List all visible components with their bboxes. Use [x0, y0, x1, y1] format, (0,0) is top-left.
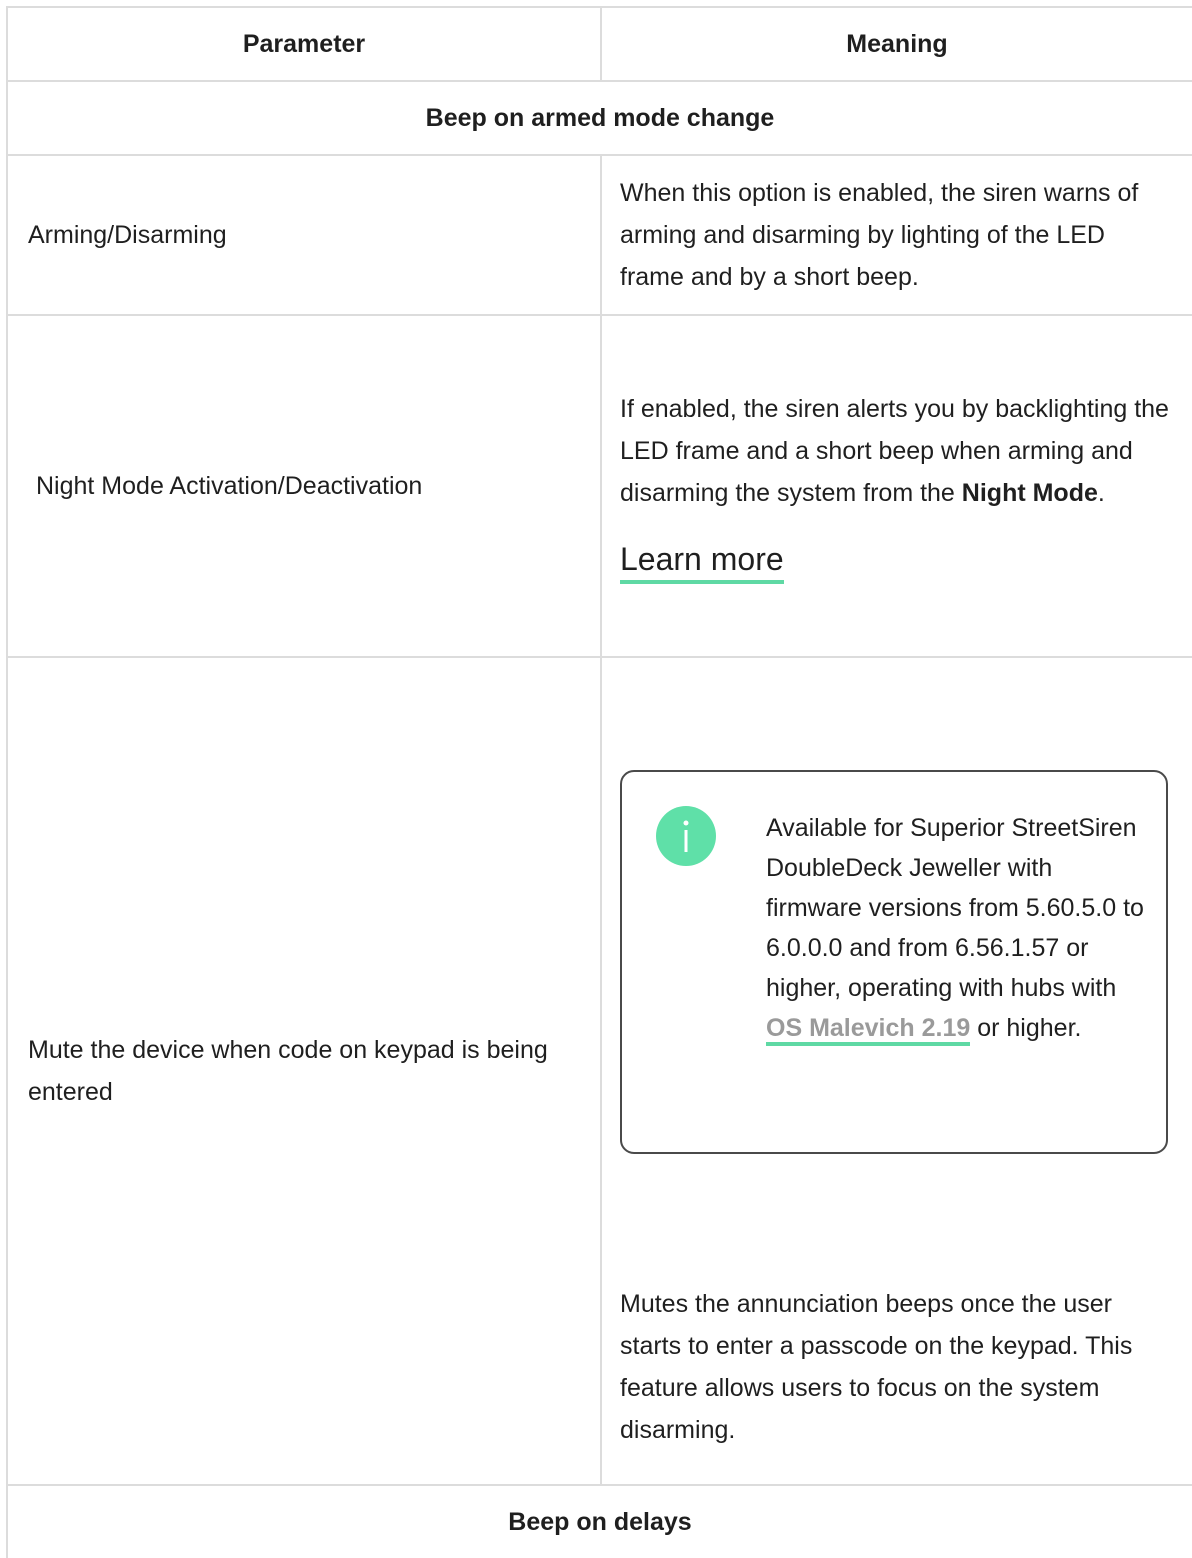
night-mode-strong: Night Mode [961, 479, 1098, 507]
meaning-text: If enabled, the siren alerts you by back… [620, 388, 1174, 514]
meaning-text: Mutes the annunciation beeps once the us… [620, 1290, 1133, 1444]
info-text-part1: Available for Superior StreetSiren Doubl… [766, 814, 1144, 1002]
param-night-mode: Night Mode Activation/Deactivation [6, 314, 602, 658]
info-icon [656, 806, 716, 866]
section-row: Beep on delays [6, 1484, 1192, 1558]
learn-more-link[interactable]: Learn more [620, 538, 784, 584]
table-row: Night Mode Activation/Deactivation If en… [6, 314, 1192, 658]
header-meaning: Meaning [600, 6, 1192, 82]
table-header-row: Parameter Meaning [6, 6, 1192, 82]
meaning-mute-device: Available for Superior StreetSiren Doubl… [600, 656, 1192, 1486]
info-text: Available for Superior StreetSiren Doubl… [766, 808, 1146, 1048]
os-malevich-link[interactable]: OS Malevich 2.19 [766, 1014, 971, 1046]
page: Parameter Meaning Beep on armed mode cha… [0, 0, 1192, 1558]
parameters-table: Parameter Meaning Beep on armed mode cha… [6, 6, 1192, 1558]
info-glyph [683, 820, 689, 852]
section-beep-armed-mode-change: Beep on armed mode change [6, 80, 1192, 156]
table-row: Mute the device when code on keypad is b… [6, 656, 1192, 1486]
meaning-text-part2: . [1097, 479, 1105, 507]
param-arming-disarming: Arming/Disarming [6, 154, 602, 316]
meaning-arming-disarming: When this option is enabled, the siren w… [600, 154, 1192, 316]
param-mute-device: Mute the device when code on keypad is b… [6, 656, 602, 1486]
section-beep-on-delays: Beep on delays [6, 1484, 1192, 1558]
info-box-wrapper: Available for Superior StreetSiren Doubl… [620, 770, 1168, 1154]
section-row: Beep on armed mode change [6, 80, 1192, 156]
meaning-text: When this option is enabled, the siren w… [620, 179, 1139, 291]
meaning-night-mode: If enabled, the siren alerts you by back… [600, 314, 1192, 658]
info-text-part2: or higher. [970, 1014, 1082, 1042]
header-parameter: Parameter [6, 6, 602, 82]
meaning-cell-content: Available for Superior StreetSiren Doubl… [620, 658, 1174, 1484]
info-box: Available for Superior StreetSiren Doubl… [620, 770, 1168, 1154]
table-row: Arming/Disarming When this option is ena… [6, 154, 1192, 316]
